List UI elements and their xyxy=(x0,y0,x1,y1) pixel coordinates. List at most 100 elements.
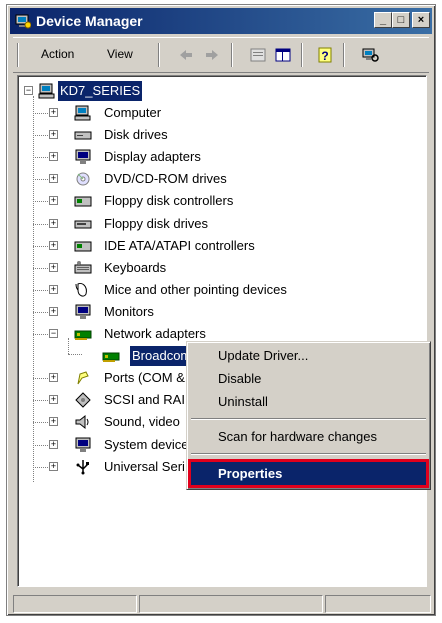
tree-connector xyxy=(33,311,48,313)
close-button[interactable]: × xyxy=(412,12,430,28)
computer-icon xyxy=(74,105,91,121)
tree-item-label: System device xyxy=(104,436,189,452)
tree-connector xyxy=(68,354,82,355)
expand-toggle[interactable]: + xyxy=(49,417,58,427)
expand-toggle[interactable]: + xyxy=(49,130,58,140)
tree-item-label: Disk drives xyxy=(104,127,168,143)
toolbar-separator xyxy=(301,43,303,67)
tree-connector xyxy=(33,400,48,402)
tree-connector xyxy=(33,135,48,137)
device-manager-window: Device Manager _ □ × Action View ? − KD7… xyxy=(6,4,436,616)
maximize-button[interactable]: □ xyxy=(392,12,410,28)
menu-action[interactable]: Action xyxy=(41,47,74,61)
status-panel xyxy=(325,595,431,613)
tree-item-label: Sound, video xyxy=(104,414,180,430)
tree-item-label: Floppy disk drives xyxy=(104,215,209,231)
device-tree-pane[interactable]: − KD7_SERIES + Computer + Disk drives + Displ… xyxy=(17,75,427,587)
collapse-root-toggle[interactable]: − xyxy=(24,86,33,95)
status-panel xyxy=(13,595,137,613)
menu-separator xyxy=(191,418,426,420)
tree-item-label: Floppy disk controllers xyxy=(104,193,234,209)
menu-toolbar: Action View ? xyxy=(13,37,429,73)
expand-toggle[interactable]: + xyxy=(49,262,58,272)
title-bar[interactable]: Device Manager _ □ × xyxy=(10,8,432,34)
menu-item-scan-hardware[interactable]: Scan for hardware changes xyxy=(190,426,427,448)
tree-connector xyxy=(33,157,48,159)
network-card-icon xyxy=(74,330,92,340)
tree-item-label: Display adapters xyxy=(104,149,201,165)
tree-item-label: SCSI and RAI xyxy=(104,392,185,408)
menu-item-disable[interactable]: Disable xyxy=(190,368,427,390)
tree-connector xyxy=(33,444,48,446)
tree-item-label: IDE ATA/ATAPI controllers xyxy=(104,237,255,253)
tree-connector xyxy=(33,113,48,114)
toolbar-separator xyxy=(158,43,160,67)
expand-toggle[interactable]: + xyxy=(49,196,58,206)
expand-toggle[interactable]: + xyxy=(49,174,58,184)
tree-connector xyxy=(33,201,48,203)
menu-view[interactable]: View xyxy=(107,47,133,61)
expand-toggle[interactable]: + xyxy=(49,439,58,449)
tree-item-label: Ports (COM & xyxy=(104,370,185,386)
expand-toggle[interactable]: + xyxy=(49,218,58,228)
tree-item-label: Keyboards xyxy=(104,259,167,275)
tree-connector xyxy=(33,179,48,181)
tree-connector xyxy=(33,422,48,424)
toolbar-separator xyxy=(231,43,233,67)
expand-toggle[interactable]: + xyxy=(49,373,58,383)
scsi-icon xyxy=(75,392,91,409)
expand-toggle[interactable]: + xyxy=(49,395,58,405)
mouse-icon xyxy=(75,282,87,297)
keyboard-icon xyxy=(74,260,92,274)
computer-icon xyxy=(38,83,55,99)
window-title: Device Manager xyxy=(36,13,143,29)
tree-item-label: Mice and other pointing devices xyxy=(104,281,287,297)
expand-toggle[interactable]: + xyxy=(49,284,58,294)
tree-item-label: Monitors xyxy=(104,303,154,319)
svg-text:?: ? xyxy=(321,49,328,63)
status-bar xyxy=(13,595,431,613)
system-icon xyxy=(75,437,91,452)
collapse-toggle[interactable]: − xyxy=(49,329,58,338)
monitor-icon xyxy=(75,304,91,319)
tree-connector xyxy=(33,289,48,291)
tree-item-label: Computer xyxy=(104,105,162,120)
tree-item-label: Broadcom xyxy=(130,346,194,367)
controller-icon xyxy=(74,241,92,252)
expand-toggle[interactable]: + xyxy=(49,306,58,316)
expand-toggle[interactable]: + xyxy=(49,152,58,162)
port-icon xyxy=(77,371,89,385)
tree-item-label: Universal Seri xyxy=(104,458,185,474)
status-panel xyxy=(139,595,323,613)
speaker-icon xyxy=(75,415,89,430)
tree-connector xyxy=(33,223,48,225)
tree-root-label: KD7_SERIES xyxy=(58,81,143,101)
disk-drive-icon xyxy=(74,131,92,140)
tree-connector xyxy=(33,245,48,247)
forward-arrow-icon[interactable] xyxy=(203,47,221,63)
cdrom-icon xyxy=(76,172,90,186)
menu-item-uninstall[interactable]: Uninstall xyxy=(190,391,427,413)
back-arrow-icon[interactable] xyxy=(177,47,195,63)
menu-item-update-driver[interactable]: Update Driver... xyxy=(190,345,427,367)
minimize-button[interactable]: _ xyxy=(374,12,392,28)
floppy-icon xyxy=(74,220,92,228)
tree-connector xyxy=(33,378,48,380)
toolbar-grip xyxy=(17,43,19,67)
tree-item-label: DVD/CD-ROM drives xyxy=(104,171,227,187)
properties-sheet-icon[interactable] xyxy=(249,47,267,63)
menu-separator xyxy=(191,453,426,455)
usb-icon xyxy=(76,459,89,475)
scan-hardware-icon[interactable] xyxy=(361,47,379,63)
tree-connector xyxy=(33,466,48,468)
tree-connector xyxy=(68,338,69,354)
controller-icon xyxy=(74,196,92,207)
expand-toggle[interactable]: + xyxy=(49,108,58,117)
columns-icon[interactable] xyxy=(274,47,292,63)
menu-item-properties[interactable]: Properties xyxy=(188,459,429,488)
device-manager-icon xyxy=(15,14,31,29)
expand-toggle[interactable]: + xyxy=(49,461,58,471)
tree-connector xyxy=(33,334,48,335)
expand-toggle[interactable]: + xyxy=(49,240,58,250)
help-icon[interactable]: ? xyxy=(316,47,334,63)
